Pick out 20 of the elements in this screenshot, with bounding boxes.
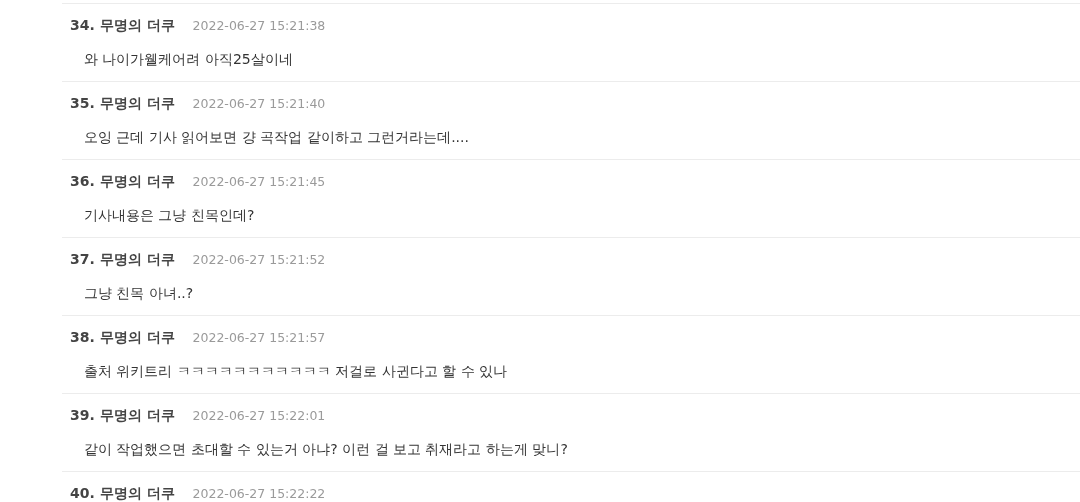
comment-time: 2022-06-27 15:21:38 (192, 18, 326, 33)
comment-author: 35. 무명의 더쿠 (70, 95, 175, 113)
comment-text: 와 나이가웰케어려 아직25살이네 (83, 50, 294, 69)
comment-time: 2022-06-27 15:22:22 (192, 486, 326, 501)
comment-author: 40. 무명의 더쿠 (70, 485, 175, 502)
comment-time: 2022-06-27 15:22:01 (192, 408, 326, 423)
comment-text: 기사내용은 그냥 친목인데? (83, 206, 256, 225)
comment-time: 2022-06-27 15:21:57 (192, 330, 326, 345)
comment-author: 38. 무명의 더쿠 (70, 329, 175, 347)
comment-author: 34. 무명의 더쿠 (70, 17, 175, 35)
comment-author: 36. 무명의 더쿠 (70, 173, 175, 191)
comment-text: 오잉 근데 기사 읽어보면 걍 곡작업 같이하고 그런거라는데.... (83, 128, 470, 147)
comment-time: 2022-06-27 15:21:52 (192, 252, 326, 267)
comment-time: 2022-06-27 15:21:40 (192, 96, 326, 111)
comment-time: 2022-06-27 15:21:45 (192, 174, 326, 189)
comment-text: 출처 위키트리 ㅋㅋㅋㅋㅋㅋㅋㅋㅋㅋㅋ 저걸로 사귄다고 할 수 있나 (83, 362, 509, 381)
comment-author: 39. 무명의 더쿠 (70, 407, 175, 425)
comment-author: 37. 무명의 더쿠 (70, 251, 175, 269)
comment-text: 같이 작업했으면 초대할 수 있는거 아냐? 이런 걸 보고 취재라고 하는게 맞니? (83, 440, 569, 459)
comment-text: 그냥 친목 아녀..? (83, 284, 195, 303)
